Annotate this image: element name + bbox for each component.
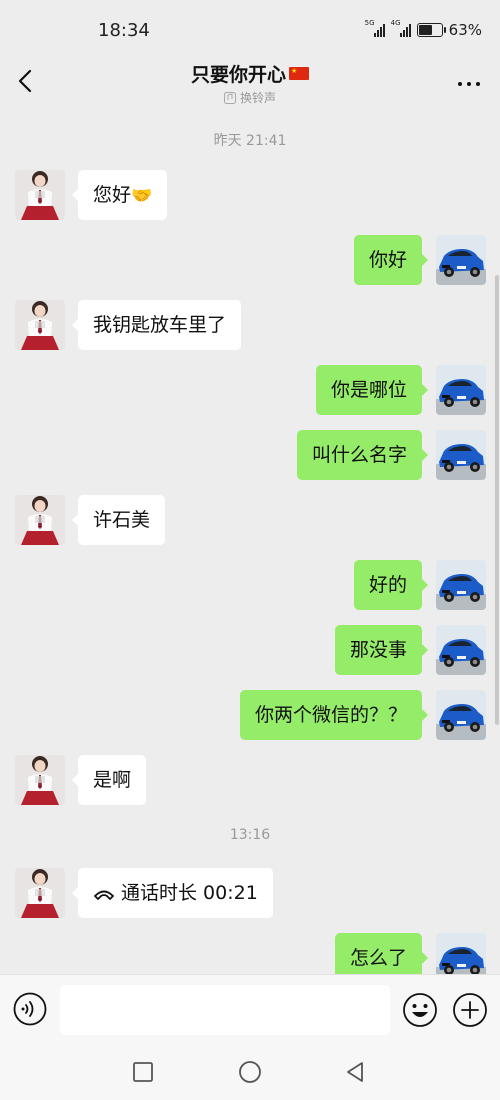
message-row-incoming: 许石美 [0,495,500,545]
message-bubble-incoming[interactable]: 是啊 [71,755,147,805]
self-avatar[interactable] [436,430,486,480]
message-row-incoming: 是啊 [0,755,500,805]
ringtone-icon [223,91,236,104]
self-avatar[interactable] [436,235,486,285]
self-avatar[interactable] [436,690,486,740]
contact-avatar[interactable] [15,300,65,350]
contact-avatar[interactable] [15,170,65,220]
message-row-outgoing: 你好 [0,235,500,285]
chat-message-list[interactable]: 昨天 21:41 您好🤝 你好 我钥匙放车里了 你是哪位 叫什么名字 许石美 好… [0,115,500,983]
self-avatar[interactable] [436,365,486,415]
status-indicators: 5G 4G 63% [365,19,482,39]
message-bubble-outgoing[interactable]: 那没事 [334,625,429,675]
contact-avatar[interactable] [15,495,65,545]
message-bubble-incoming[interactable]: 我钥匙放车里了 [71,300,242,350]
nav-back-icon[interactable] [343,1060,367,1084]
message-bubble-incoming[interactable]: 您好🤝 [71,170,168,220]
self-avatar[interactable] [436,625,486,675]
status-bar: 18:34 5G 4G 63% [0,0,500,60]
handshake-emoji-icon: 🤝 [131,186,153,206]
message-row-incoming: 我钥匙放车里了 [0,300,500,350]
message-row-incoming: 通话时长 00:21 [0,868,500,918]
nav-home-icon[interactable] [238,1060,262,1084]
message-row-outgoing: 你是哪位 [0,365,500,415]
contact-avatar[interactable] [15,755,65,805]
message-bubble-outgoing[interactable]: 你好 [353,235,429,285]
chat-scrollbar[interactable] [495,275,499,725]
signal-5g-icon: 5G [365,19,385,37]
system-navigation-bar [0,1044,500,1100]
self-avatar[interactable] [436,560,486,610]
plus-icon[interactable] [452,992,488,1028]
message-bubble-outgoing[interactable]: 叫什么名字 [296,430,429,480]
voice-call-record[interactable]: 通话时长 00:21 [72,868,273,918]
message-bubble-outgoing[interactable]: 你两个微信的？？ [239,690,429,740]
signal-4g-icon: 4G [391,19,411,37]
status-time: 18:34 [98,20,150,41]
timestamp-divider: 13:16 [229,827,271,843]
voice-icon[interactable] [13,992,47,1026]
message-row-outgoing: 叫什么名字 [0,430,500,480]
message-text-input[interactable] [60,985,390,1035]
message-input-bar [0,974,500,1045]
china-flag-icon [289,67,309,80]
message-row-outgoing: 好的 [0,560,500,610]
battery-percent: 63% [448,21,482,39]
timestamp-divider: 昨天 21:41 [213,133,287,149]
message-row-outgoing: 你两个微信的？？ [0,690,500,740]
ringtone-label: 换铃声 [239,91,276,105]
message-bubble-outgoing[interactable]: 好的 [353,560,429,610]
more-dots-icon[interactable] [454,72,484,92]
message-row-outgoing: 那没事 [0,625,500,675]
contact-avatar[interactable] [15,868,65,918]
chat-title-block: 只要你开心 换铃声 [0,60,500,106]
chat-header: 只要你开心 换铃声 [0,60,500,115]
emoji-icon[interactable] [402,992,438,1028]
ringtone-subtitle[interactable]: 换铃声 [0,89,500,106]
phone-icon [94,890,114,900]
battery-icon [416,23,446,37]
message-row-incoming: 您好🤝 [0,170,500,220]
nav-recent-icon[interactable] [131,1060,155,1084]
message-bubble-outgoing[interactable]: 你是哪位 [315,365,429,415]
contact-name: 只要你开心 [190,64,286,86]
message-bubble-incoming[interactable]: 许石美 [71,495,166,545]
